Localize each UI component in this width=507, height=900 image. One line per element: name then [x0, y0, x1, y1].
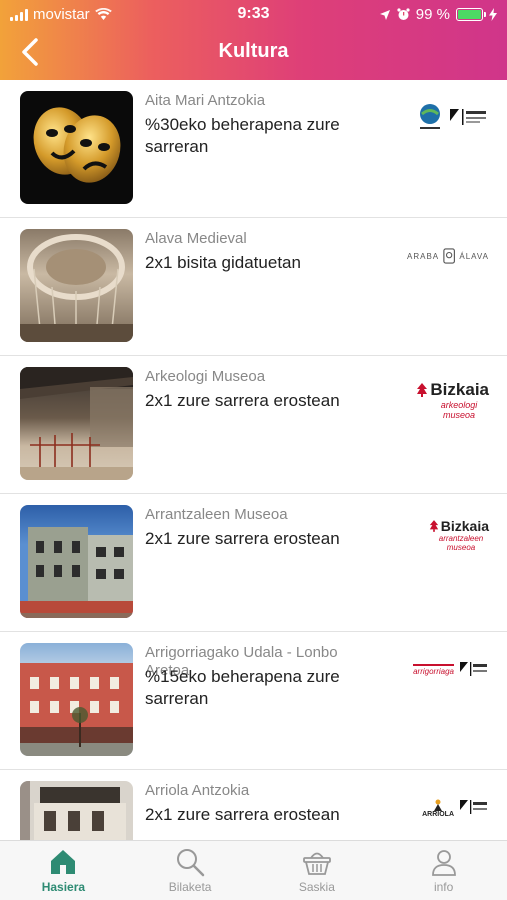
offer-text: %15eko beherapena zure sarreran [145, 667, 340, 708]
person-icon [431, 850, 456, 876]
list-item[interactable]: Aita Mari Antzokia %30eko beherapena zur… [0, 80, 507, 218]
venue-name: Aita Mari Antzokia [145, 92, 266, 109]
red-building-image [20, 643, 133, 756]
list-item[interactable]: Alava Medieval 2x1 bisita gidatuetan ARA… [0, 218, 507, 356]
medieval-dome-image [20, 229, 133, 342]
arriola-figure-icon [434, 799, 443, 811]
offers-list[interactable]: Aita Mari Antzokia %30eko beherapena zur… [0, 80, 507, 840]
tab-bar: Hasiera Bilaketa Saskia info [0, 840, 507, 900]
location-arrow-icon [379, 9, 390, 20]
logo-text-2: ÁLAVA [459, 251, 489, 261]
venue-name: Arriola Antzokia [145, 782, 250, 799]
tab-label: Hasiera [41, 880, 86, 894]
tab-label: info [433, 880, 454, 894]
offer-text: 2x1 bisita gidatuetan [145, 253, 301, 272]
status-bar: movistar 9:33 99 % [0, 0, 507, 28]
offer-text: 2x1 zure sarrera erostean [145, 805, 340, 824]
bizkaia-tree-icon [429, 520, 438, 532]
page-title: Kultura [218, 40, 289, 62]
santurtzi-saiba-logo [399, 98, 489, 138]
list-item[interactable]: Arrigorriagako Udala - Lonbo Aretoa %15e… [0, 632, 507, 770]
logo-text: arrigorriaga [413, 664, 454, 676]
logo-text: ARRIOLA [422, 810, 454, 818]
logo-text: Bizkaia [440, 518, 489, 534]
arriola-saiba-logo: ARRIOLA [409, 788, 489, 828]
home-icon [51, 850, 76, 874]
alarm-icon [397, 8, 410, 20]
arriola-facade-image [20, 781, 133, 840]
bizkaia-arkeologi-logo: Bizkaia arkeologi museoa [399, 374, 489, 420]
basket-icon [302, 852, 331, 875]
museum-interior-image [20, 367, 133, 480]
logo-text: Bizkaia [430, 380, 489, 399]
list-item[interactable]: Arriola Antzokia 2x1 zure sarrera eroste… [0, 770, 507, 840]
logo-subtext: arkeologi museoa [440, 400, 478, 420]
offer-text: 2x1 zure sarrera erostean [145, 391, 340, 410]
venue-name: Arkeologi Museoa [145, 368, 266, 385]
navigation-bar: Kultura [0, 28, 507, 78]
saiba-logo-icon [460, 662, 487, 676]
bizkaia-arrantzaleen-logo: Bizkaia arrantzaleen museoa [399, 512, 489, 552]
saiba-logo-icon [460, 800, 487, 814]
logo-text: ARABA [407, 251, 440, 261]
venue-name: Alava Medieval [145, 230, 247, 247]
araba-alava-logo: ARABA ÁLAVA [407, 236, 489, 276]
search-icon [177, 849, 205, 877]
theater-masks-image [20, 91, 133, 204]
battery-percent: 99 % [415, 6, 450, 23]
tab-hasiera[interactable]: Hasiera [0, 841, 127, 900]
list-item[interactable]: Arrantzaleen Museoa 2x1 zure sarrera ero… [0, 494, 507, 632]
venue-name: Arrantzaleen Museoa [145, 506, 288, 523]
araba-emblem-icon [443, 248, 456, 264]
stone-building-image [20, 505, 133, 618]
offer-text: 2x1 zure sarrera erostean [145, 529, 340, 548]
tab-saskia[interactable]: Saskia [254, 841, 381, 900]
app-header: movistar 9:33 99 % Kultura [0, 0, 507, 80]
tab-info[interactable]: info [380, 841, 507, 900]
bizkaia-tree-icon [417, 383, 428, 397]
arrigorriaga-saiba-logo: arrigorriaga [403, 650, 489, 690]
battery-icon [456, 8, 486, 21]
tab-bilaketa[interactable]: Bilaketa [127, 841, 254, 900]
logo-subtext: arrantzaleen museoa [438, 534, 484, 552]
list-item[interactable]: Arkeologi Museoa 2x1 zure sarrera eroste… [0, 356, 507, 494]
charging-icon [489, 8, 497, 21]
tab-label: Bilaketa [168, 880, 212, 894]
tab-label: Saskia [298, 880, 335, 894]
offer-text: %30eko beherapena zure sarreran [145, 115, 340, 156]
